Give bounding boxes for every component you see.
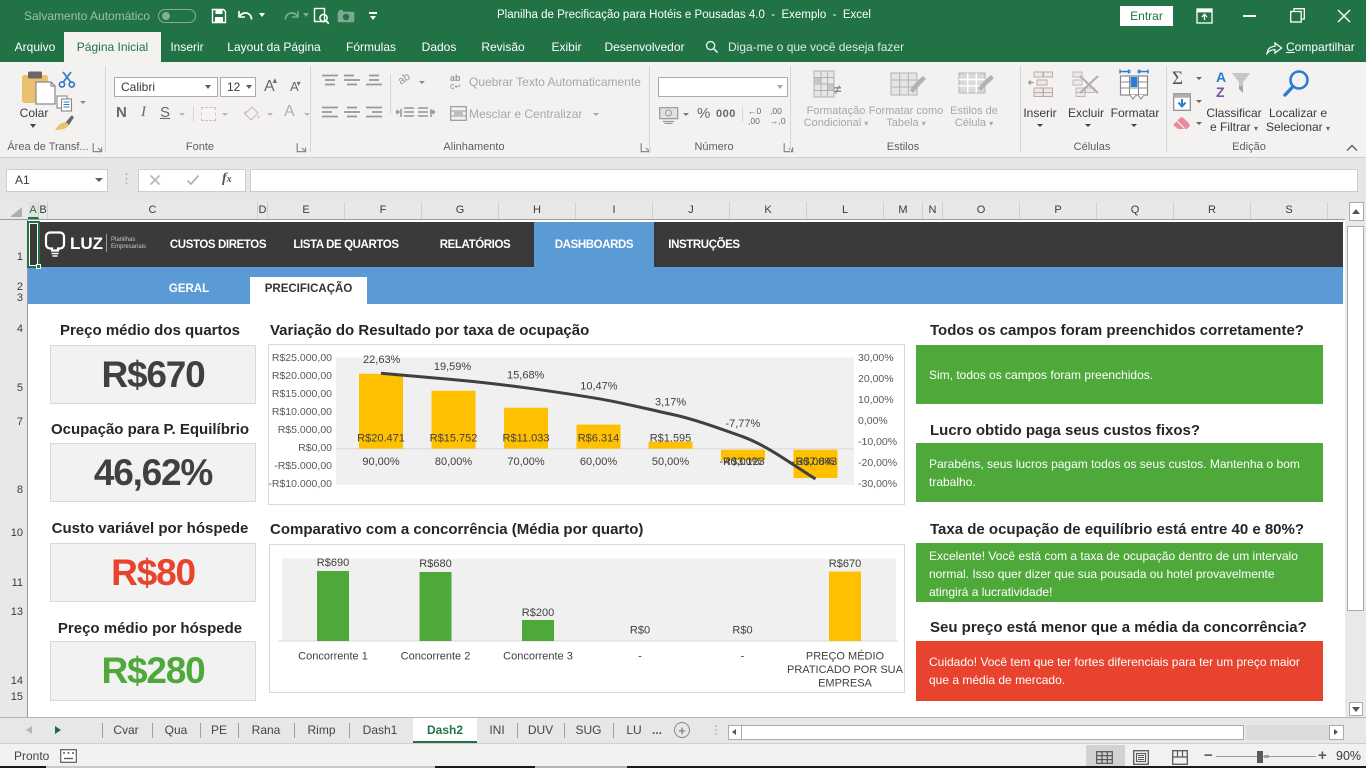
svg-text:R$670: R$670	[829, 558, 861, 570]
svg-text:EMPRESA: EMPRESA	[818, 678, 872, 690]
svg-text:Planilhas: Planilhas	[111, 237, 135, 243]
svg-text:c↵: c↵	[450, 81, 461, 89]
svg-text:R$25.000,00: R$25.000,00	[272, 352, 332, 364]
svg-text:90,00%: 90,00%	[362, 456, 400, 468]
svg-text:15,68%: 15,68%	[507, 370, 545, 382]
svg-text:≠: ≠	[834, 82, 841, 97]
svg-text:Concorrente 2: Concorrente 2	[401, 651, 471, 663]
svg-text:R$11.033: R$11.033	[503, 433, 550, 445]
svg-text:3,17%: 3,17%	[655, 397, 686, 409]
svg-text:19,59%: 19,59%	[434, 361, 472, 373]
svg-text:R$15.000,00: R$15.000,00	[272, 388, 332, 400]
svg-text:Concorrente 1: Concorrente 1	[298, 651, 368, 663]
svg-text:PREÇO MÉDIO: PREÇO MÉDIO	[806, 650, 885, 663]
svg-text:-R$10.000,00: -R$10.000,00	[269, 478, 332, 490]
svg-text:60,00%: 60,00%	[580, 456, 618, 468]
svg-text:R$200: R$200	[522, 607, 554, 619]
svg-text:0,00%: 0,00%	[858, 415, 888, 427]
svg-text:20,00%: 20,00%	[858, 373, 894, 385]
svg-text:Concorrente 3: Concorrente 3	[503, 651, 573, 663]
svg-text:-7,77%: -7,77%	[725, 418, 760, 430]
svg-text:-R$5.000,00: -R$5.000,00	[274, 460, 332, 472]
svg-text:R$0: R$0	[732, 625, 752, 637]
svg-text:R$20.000,00: R$20.000,00	[272, 370, 332, 382]
svg-text:22,63%: 22,63%	[363, 354, 401, 366]
svg-text:R$1.595: R$1.595	[650, 433, 692, 445]
svg-text:A: A	[1216, 69, 1226, 85]
svg-text:-: -	[741, 651, 745, 663]
svg-text:Empresariais: Empresariais	[111, 244, 146, 250]
svg-text:10,47%: 10,47%	[580, 381, 618, 393]
svg-text:-30,00%: -30,00%	[858, 478, 897, 490]
svg-text:-: -	[638, 651, 642, 663]
svg-text:R$6.314: R$6.314	[578, 433, 620, 445]
svg-text:R$0,00: R$0,00	[298, 442, 332, 454]
svg-text:R$10.000,00: R$10.000,00	[272, 406, 332, 418]
svg-text:LUZ: LUZ	[70, 234, 103, 253]
svg-text:R$680: R$680	[419, 558, 451, 570]
svg-text:10,00%: 10,00%	[858, 394, 894, 406]
svg-text:-10,00%: -10,00%	[858, 436, 897, 448]
svg-text:-20,00%: -20,00%	[858, 457, 897, 469]
svg-text:Z: Z	[1216, 84, 1225, 99]
svg-text:R$0: R$0	[630, 625, 650, 637]
svg-text:R$20.471: R$20.471	[357, 433, 405, 445]
svg-text:30,00%: 30,00%	[858, 352, 894, 364]
svg-text:70,00%: 70,00%	[507, 456, 545, 468]
svg-text:80,00%: 80,00%	[435, 456, 473, 468]
svg-text:R$5.000,00: R$5.000,00	[278, 424, 332, 436]
svg-text:PRATICADO POR SUA: PRATICADO POR SUA	[787, 664, 904, 676]
svg-text:R$15.752: R$15.752	[430, 433, 478, 445]
svg-text:50,00%: 50,00%	[652, 456, 690, 468]
svg-text:-R$7.843: -R$7.843	[792, 456, 837, 468]
svg-text:-R$3.123: -R$3.123	[719, 456, 764, 468]
svg-text:R$690: R$690	[317, 557, 349, 569]
